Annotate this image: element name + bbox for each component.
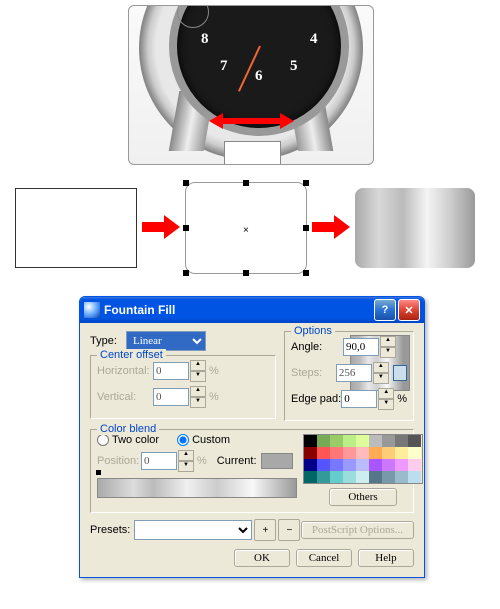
color-swatch[interactable] bbox=[395, 447, 408, 459]
color-swatch[interactable] bbox=[317, 459, 330, 471]
presets-select[interactable] bbox=[134, 520, 252, 540]
width-arrow bbox=[209, 113, 294, 129]
color-swatch[interactable] bbox=[356, 447, 369, 459]
current-label: Current: bbox=[217, 455, 257, 467]
color-swatch[interactable] bbox=[408, 471, 421, 483]
type-label: Type: bbox=[90, 335, 126, 347]
fountain-fill-dialog: Fountain Fill ? ✕ Type: Linear Center of… bbox=[79, 296, 425, 578]
color-swatch[interactable] bbox=[395, 435, 408, 447]
color-swatch[interactable] bbox=[330, 447, 343, 459]
type-select[interactable]: Linear bbox=[126, 331, 206, 351]
color-swatch[interactable] bbox=[317, 435, 330, 447]
color-blend-group: Color blend Two color Custom Position: ▲… bbox=[90, 429, 414, 513]
color-swatch[interactable] bbox=[330, 459, 343, 471]
vertical-label: Vertical: bbox=[97, 391, 153, 403]
color-swatch[interactable] bbox=[317, 471, 330, 483]
color-swatch[interactable] bbox=[330, 471, 343, 483]
postscript-button: PostScript Options... bbox=[301, 521, 414, 539]
preset-add-button[interactable]: + bbox=[254, 519, 276, 541]
spin-up: ▲ bbox=[190, 360, 206, 371]
color-swatch[interactable] bbox=[304, 459, 317, 471]
cancel-button[interactable]: Cancel bbox=[296, 549, 352, 567]
center-offset-legend: Center offset bbox=[97, 349, 166, 361]
app-icon bbox=[84, 302, 100, 318]
custom-radio[interactable]: Custom bbox=[177, 434, 230, 446]
color-swatch[interactable] bbox=[382, 459, 395, 471]
color-swatch[interactable] bbox=[304, 447, 317, 459]
dialog-title: Fountain Fill bbox=[104, 303, 175, 317]
color-swatch[interactable] bbox=[382, 435, 395, 447]
steps-label: Steps: bbox=[291, 367, 336, 379]
help-button[interactable]: Help bbox=[358, 549, 414, 567]
watch-numeral: 7 bbox=[220, 58, 228, 75]
horizontal-label: Horizontal: bbox=[97, 365, 153, 377]
vertical-input bbox=[153, 388, 189, 406]
color-swatch[interactable] bbox=[369, 471, 382, 483]
center-offset-group: Center offset Horizontal: ▲▼ % Vertical:… bbox=[90, 355, 276, 419]
current-color-swatch[interactable] bbox=[261, 453, 293, 469]
dialog-body: Type: Linear Center offset Horizontal: ▲… bbox=[80, 323, 424, 577]
color-swatch[interactable] bbox=[343, 471, 356, 483]
lock-icon[interactable] bbox=[393, 365, 407, 381]
spin-up[interactable]: ▲ bbox=[380, 336, 396, 347]
color-swatch[interactable] bbox=[317, 447, 330, 459]
watch-band bbox=[224, 141, 281, 164]
color-swatch[interactable] bbox=[408, 447, 421, 459]
subdial-right bbox=[177, 5, 209, 28]
edgepad-label: Edge pad: bbox=[291, 393, 341, 405]
color-swatch[interactable] bbox=[369, 435, 382, 447]
spin-down: ▼ bbox=[190, 371, 206, 382]
spin-down[interactable]: ▼ bbox=[380, 347, 396, 358]
color-swatch[interactable] bbox=[356, 435, 369, 447]
position-label: Position: bbox=[97, 455, 141, 467]
watch-preview: 4 5 6 7 8 bbox=[128, 5, 374, 165]
position-input bbox=[141, 452, 177, 470]
preset-remove-button[interactable]: − bbox=[278, 519, 300, 541]
color-swatch[interactable] bbox=[382, 447, 395, 459]
angle-input[interactable] bbox=[343, 338, 379, 356]
canvas: 4 5 6 7 8 × Fountain Fill ? ✕ bbox=[0, 0, 500, 609]
watch-numeral: 8 bbox=[201, 31, 209, 48]
color-blend-legend: Color blend bbox=[97, 423, 159, 435]
color-swatch[interactable] bbox=[343, 447, 356, 459]
step-rect-gradient bbox=[355, 188, 475, 268]
color-swatch[interactable] bbox=[330, 435, 343, 447]
color-swatch[interactable] bbox=[369, 447, 382, 459]
horizontal-input bbox=[153, 362, 189, 380]
watch-numeral: 5 bbox=[290, 58, 298, 75]
options-group: Options Angle: ▲▼ Steps: ▲▼ bbox=[284, 331, 414, 421]
others-button[interactable]: Others bbox=[329, 488, 397, 506]
titlebar[interactable]: Fountain Fill ? ✕ bbox=[80, 297, 424, 323]
ok-button[interactable]: OK bbox=[234, 549, 290, 567]
presets-label: Presets: bbox=[90, 524, 130, 536]
color-palette[interactable] bbox=[303, 434, 423, 484]
angle-label: Angle: bbox=[291, 341, 343, 353]
color-swatch[interactable] bbox=[395, 471, 408, 483]
steps-input bbox=[336, 364, 372, 382]
watch-numeral: 6 bbox=[255, 68, 263, 85]
color-swatch[interactable] bbox=[304, 435, 317, 447]
watch-numeral: 4 bbox=[310, 31, 318, 48]
color-swatch[interactable] bbox=[369, 459, 382, 471]
step-rect-selected[interactable]: × bbox=[185, 182, 307, 274]
close-button[interactable]: ✕ bbox=[398, 299, 420, 321]
color-swatch[interactable] bbox=[408, 435, 421, 447]
arrow-right-icon bbox=[142, 215, 180, 239]
color-swatch[interactable] bbox=[343, 459, 356, 471]
two-color-radio[interactable]: Two color bbox=[97, 434, 159, 446]
color-swatch[interactable] bbox=[382, 471, 395, 483]
color-swatch[interactable] bbox=[408, 459, 421, 471]
color-swatch[interactable] bbox=[356, 471, 369, 483]
help-button[interactable]: ? bbox=[374, 299, 396, 321]
step-rect-plain bbox=[15, 188, 137, 268]
color-swatch[interactable] bbox=[304, 471, 317, 483]
edgepad-input[interactable] bbox=[341, 390, 377, 408]
gradient-editor[interactable] bbox=[97, 478, 297, 498]
options-legend: Options bbox=[291, 325, 335, 337]
arrow-right-icon bbox=[312, 215, 350, 239]
color-swatch[interactable] bbox=[343, 435, 356, 447]
color-swatch[interactable] bbox=[356, 459, 369, 471]
color-swatch[interactable] bbox=[395, 459, 408, 471]
